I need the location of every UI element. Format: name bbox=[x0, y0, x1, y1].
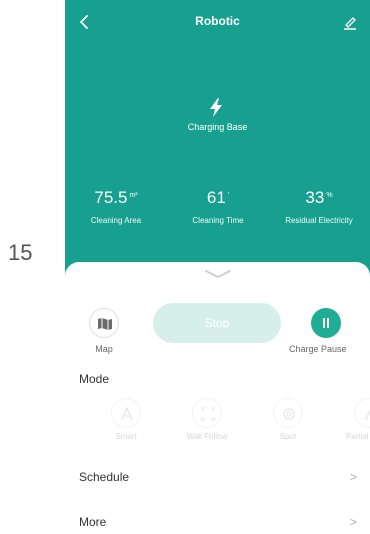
stat-value: 75.5 bbox=[94, 188, 128, 207]
mode-label: Partial Room bbox=[345, 432, 370, 441]
stat-residual-electricity: 33% Residual Electricity bbox=[268, 188, 370, 225]
app-screen: Robotic Charging Base 75.5 m² Cleaning Ar… bbox=[65, 0, 370, 534]
partial-icon bbox=[365, 408, 370, 421]
stat-cleaning-area: 75.5 m² Cleaning Area bbox=[65, 188, 167, 225]
mode-label: Wall Follow bbox=[186, 432, 228, 441]
wall-follow-icon bbox=[201, 407, 215, 421]
mode-label: Spot bbox=[279, 432, 297, 441]
mode-smart[interactable]: Smart bbox=[94, 398, 158, 441]
mode-label: Smart bbox=[115, 432, 137, 441]
stat-value: 61 bbox=[206, 188, 226, 207]
mode-section-title: Mode bbox=[79, 372, 110, 386]
letter-a-icon bbox=[121, 406, 133, 421]
chevron-right-icon: > bbox=[349, 515, 357, 529]
edit-button[interactable] bbox=[338, 10, 362, 34]
charge-pause-label: Charge Pause bbox=[289, 344, 347, 354]
map-label: Map bbox=[95, 344, 113, 354]
stat-label: Cleaning Area bbox=[90, 216, 142, 225]
stat-label: Residual Electricity bbox=[285, 216, 353, 225]
charge-pause-button[interactable] bbox=[311, 308, 341, 338]
mode-wall-follow[interactable]: Wall Follow bbox=[175, 398, 239, 441]
stat-unit: ' bbox=[227, 191, 230, 199]
page-title: Robotic bbox=[195, 14, 240, 28]
charging-status-label: Charging Base bbox=[187, 122, 248, 132]
stat-unit: % bbox=[326, 191, 333, 199]
menu-row-schedule[interactable]: Schedule > bbox=[79, 468, 357, 488]
menu-row-more[interactable]: More > bbox=[79, 513, 357, 533]
lightning-bolt-icon bbox=[210, 98, 222, 117]
stat-cleaning-time: 61 ' Cleaning Time bbox=[167, 188, 269, 225]
collapse-chevron-icon[interactable] bbox=[203, 268, 233, 280]
menu-label: Schedule bbox=[79, 470, 130, 484]
mode-partial-room[interactable]: Partial Room bbox=[337, 398, 370, 441]
map-icon bbox=[98, 318, 112, 330]
mode-spot[interactable]: Spot bbox=[256, 398, 320, 441]
stat-unit: m² bbox=[129, 191, 138, 199]
stat-value: 33 bbox=[305, 188, 325, 207]
spot-icon bbox=[283, 408, 295, 420]
top-bar: Robotic bbox=[65, 0, 370, 40]
map-button[interactable] bbox=[89, 308, 119, 338]
menu-label: More bbox=[79, 515, 107, 529]
status-header: Robotic Charging Base 75.5 m² Cleaning Ar… bbox=[65, 0, 370, 278]
edit-pencil-icon bbox=[344, 17, 356, 30]
chevron-right-icon: > bbox=[349, 470, 357, 484]
control-sheet: Map Stop Charge Pause Mode Smart Wall Fo… bbox=[65, 262, 370, 534]
stop-button[interactable]: Stop bbox=[153, 303, 281, 343]
stat-label: Cleaning Time bbox=[192, 216, 244, 225]
page-number: 15 bbox=[8, 240, 33, 265]
